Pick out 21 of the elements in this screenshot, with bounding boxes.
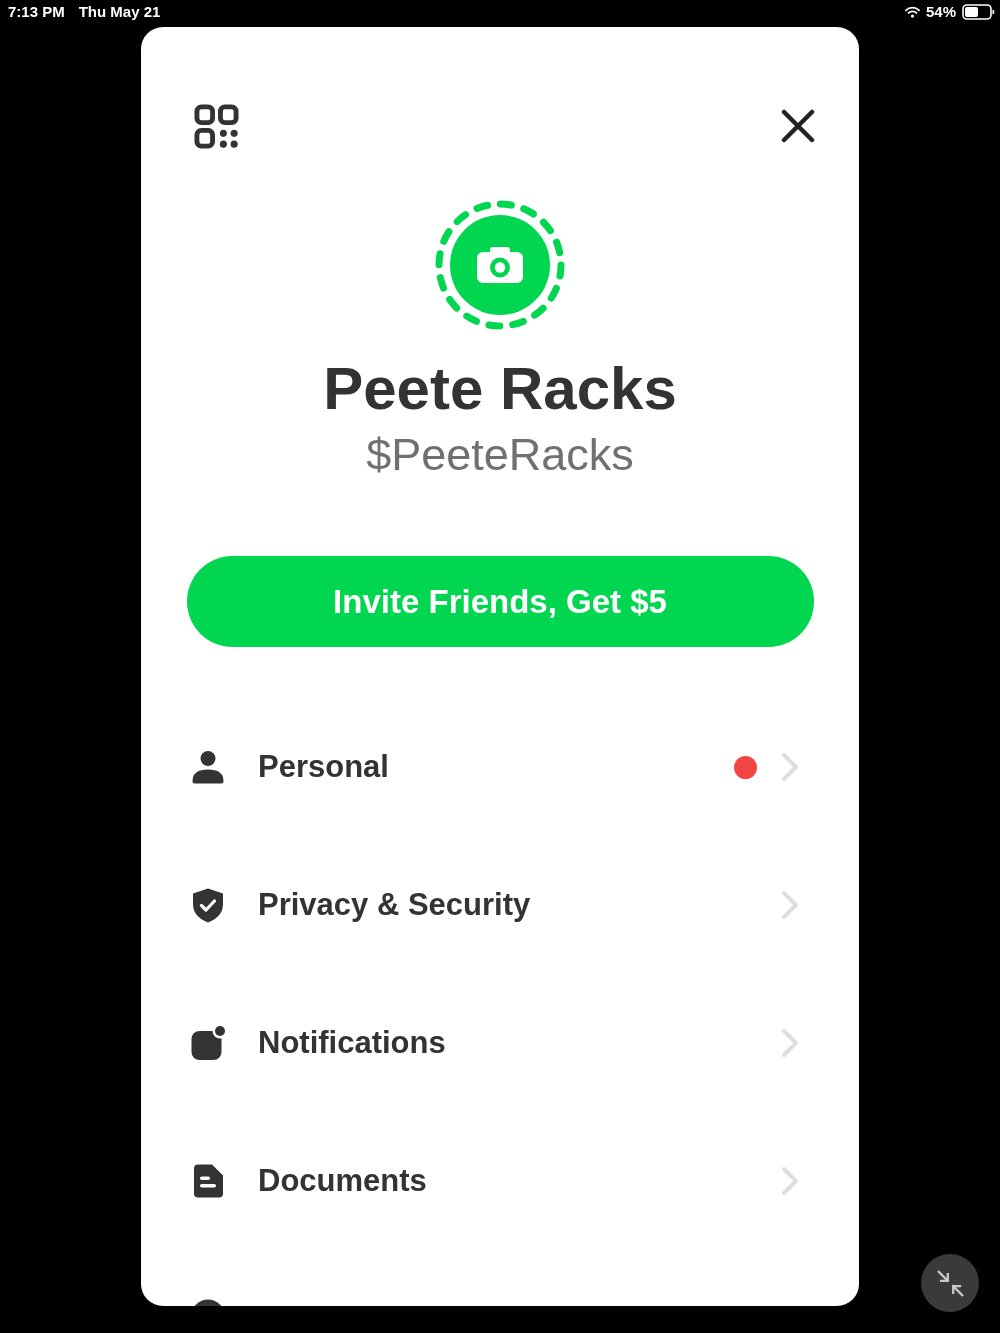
cashtag: $PeeteRacks (366, 428, 634, 482)
chevron-icon (780, 1166, 800, 1196)
menu-item[interactable]: Privacy & Security (141, 836, 859, 974)
menu-item[interactable]: Documents (141, 1112, 859, 1250)
menu-item[interactable]: Personal (141, 698, 859, 836)
chevron-icon (780, 890, 800, 920)
battery-icon (962, 4, 995, 20)
status-time: 7:13 PM (8, 3, 65, 21)
wifi-icon (904, 6, 920, 18)
collapse-arrows-icon (936, 1269, 964, 1297)
chevron-icon (780, 1028, 800, 1058)
qr-code-icon[interactable] (193, 103, 240, 150)
close-icon[interactable] (781, 109, 815, 143)
battery-percent: 54% (925, 3, 956, 21)
status-date: Thu May 21 (78, 3, 161, 21)
menu-item[interactable]: Notifications (141, 974, 859, 1112)
shield-check-icon (190, 887, 226, 923)
profile-name: Peete Racks (323, 355, 677, 423)
chevron-icon (780, 752, 800, 782)
notification-icon (190, 1025, 226, 1061)
person-icon (190, 749, 226, 785)
